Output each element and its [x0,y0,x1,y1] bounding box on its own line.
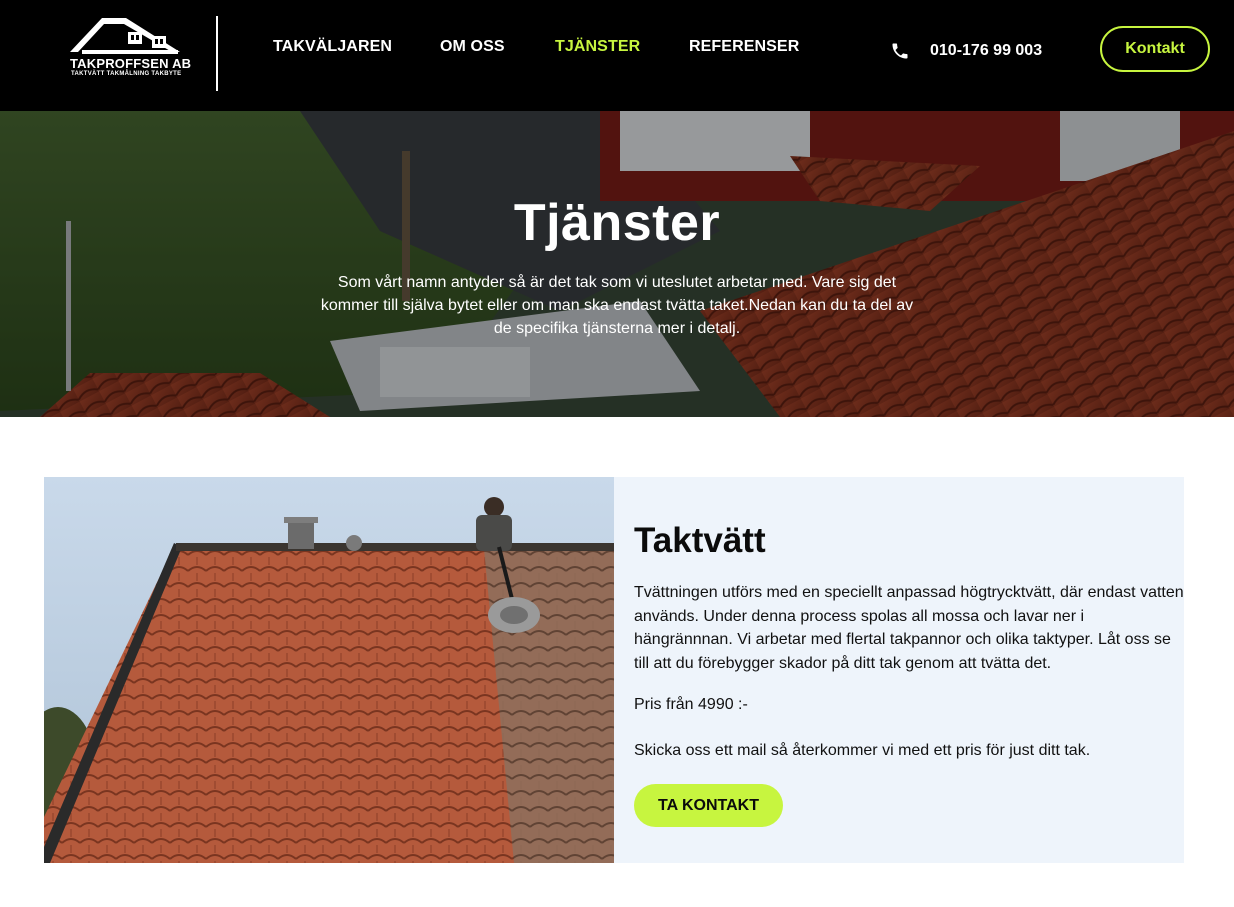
phone-number: 010-176 99 003 [930,42,1043,59]
logo[interactable]: TAKPROFFSEN AB TAKTVÄTT TAKMÅLNING TAKBY… [68,14,192,80]
service-title: Taktvätt [634,521,766,560]
logo-tagline: TAKTVÄTT TAKMÅLNING TAKBYTE [71,71,182,77]
logo-brand-name: TAKPROFFSEN AB [70,56,192,71]
service-photo [44,477,614,863]
phone-icon [892,43,908,59]
house-roof-icon [70,18,180,54]
service-mail-text: Skicka oss ett mail så återkommer vi med… [634,742,1091,759]
contact-button[interactable]: Kontakt [1100,26,1210,72]
service-price: Pris från 4990 :- [634,696,748,713]
roof-washing-image [44,477,614,863]
page-title: Tjänster [513,194,721,252]
nav-link-tjanster[interactable]: TJÄNSTER [555,38,640,56]
nav-link-takvaljaren[interactable]: TAKVÄLJAREN [273,38,392,56]
hero-background-image [0,111,1234,417]
ta-kontakt-button[interactable]: TA KONTAKT [634,784,783,827]
service-description: Tvättningen utförs med en speciellt anpa… [634,584,1184,672]
phone-link[interactable]: 010-176 99 003 [890,40,1042,62]
hero-section: Tjänster Som vårt namn antyder så är det… [0,111,1234,417]
site-header: TAKPROFFSEN AB TAKTVÄTT TAKMÅLNING TAKBY… [0,0,1234,111]
header-divider [216,16,218,91]
service-card-taktvatt: Taktvätt Tvättningen utförs med en speci… [44,477,1184,863]
hero-intro-text: Som vårt namn antyder så är det tak som … [320,274,914,337]
nav-link-referenser[interactable]: REFERENSER [689,38,799,56]
nav-link-om-oss[interactable]: OM OSS [440,38,505,56]
